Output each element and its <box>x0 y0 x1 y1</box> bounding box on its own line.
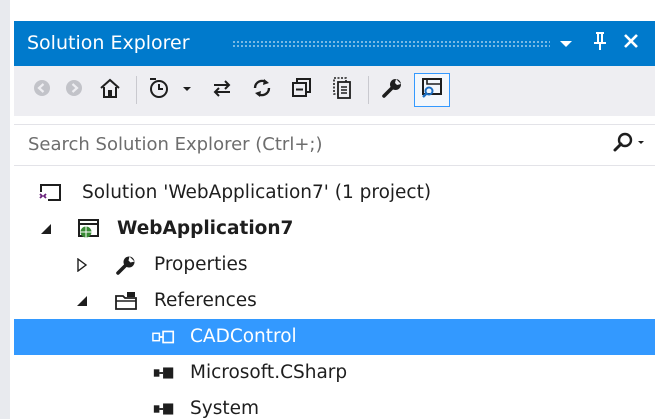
cropped-background-strip <box>10 0 655 20</box>
chevron-down-icon <box>559 34 573 53</box>
tree-item-label: References <box>154 290 257 311</box>
tree-item-label: Microsoft.CSharp <box>190 362 348 383</box>
left-window-edge <box>0 0 10 419</box>
expanded-triangle-icon[interactable] <box>38 221 54 237</box>
solution-icon <box>38 182 62 204</box>
search-input[interactable]: Search Solution Explorer (Ctrl+;) <box>28 134 323 156</box>
tree-item-properties[interactable]: Properties <box>14 247 655 283</box>
tree-item-label: Solution 'WebApplication7' (1 project) <box>82 182 432 203</box>
references-folder-icon <box>114 290 138 312</box>
window-position-dropdown-button[interactable] <box>553 29 579 57</box>
show-all-files-button[interactable] <box>326 73 358 107</box>
forward-icon <box>64 78 84 102</box>
tree-item-reference-microsoft-csharp[interactable]: Microsoft.CSharp <box>14 355 655 391</box>
tree-item-label: Properties <box>154 254 248 275</box>
home-icon <box>98 77 122 103</box>
toolbar-separator <box>136 76 137 104</box>
search-options-button[interactable] <box>609 131 649 159</box>
solution-tree: Solution 'WebApplication7' (1 project) W… <box>14 169 655 419</box>
search-icon <box>611 131 647 159</box>
refresh-button[interactable] <box>246 73 278 107</box>
screenshot-root: Solution Explorer Search Solution Explor… <box>0 0 655 419</box>
show-all-files-icon <box>330 76 354 104</box>
back-icon <box>32 78 52 102</box>
properties-button[interactable] <box>376 73 408 107</box>
solution-explorer-toolbar <box>14 66 655 116</box>
tree-item-project[interactable]: WebApplication7 <box>14 211 655 247</box>
wrench-icon <box>114 254 138 276</box>
collapse-all-icon <box>290 76 314 104</box>
pending-changes-filter-button[interactable] <box>146 73 196 107</box>
solution-explorer-titlebar[interactable]: Solution Explorer <box>14 21 655 66</box>
tree-item-references[interactable]: References <box>14 283 655 319</box>
tree-item-solution[interactable]: Solution 'WebApplication7' (1 project) <box>14 175 655 211</box>
forward-button[interactable] <box>60 73 88 107</box>
close-icon <box>623 33 639 53</box>
toolbar-separator <box>368 76 369 104</box>
pin-icon <box>593 31 607 55</box>
panel-title: Solution Explorer <box>27 32 190 54</box>
tree-item-reference-cadcontrol[interactable]: CADControl <box>14 319 655 355</box>
tree-item-label: CADControl <box>190 326 297 347</box>
tree-item-label: WebApplication7 <box>117 218 294 239</box>
preview-selected-items-icon <box>420 76 444 104</box>
tree-item-label: System <box>190 398 259 419</box>
sync-with-active-document-button[interactable] <box>206 73 238 107</box>
reference-icon <box>152 326 176 348</box>
reference-icon <box>152 398 176 419</box>
back-button[interactable] <box>28 73 56 107</box>
solution-explorer-pane: Solution Explorer Search Solution Explor… <box>14 21 655 419</box>
home-button[interactable] <box>94 73 126 107</box>
properties-wrench-icon <box>380 76 404 104</box>
search-box[interactable]: Search Solution Explorer (Ctrl+;) <box>14 124 655 166</box>
preview-selected-items-button[interactable] <box>414 73 450 107</box>
sync-with-active-document-icon <box>210 77 234 103</box>
tree-item-reference-system[interactable]: System <box>14 391 655 419</box>
collapsed-triangle-icon[interactable] <box>74 257 90 273</box>
web-project-icon <box>76 218 100 240</box>
expanded-triangle-icon[interactable] <box>74 293 90 309</box>
collapse-all-button[interactable] <box>286 73 318 107</box>
reference-icon <box>152 362 176 384</box>
close-pane-button[interactable] <box>618 29 644 57</box>
auto-hide-pin-button[interactable] <box>587 29 613 57</box>
pending-changes-filter-icon <box>147 76 195 104</box>
titlebar-drag-grip[interactable] <box>232 40 550 47</box>
refresh-icon <box>250 76 274 104</box>
